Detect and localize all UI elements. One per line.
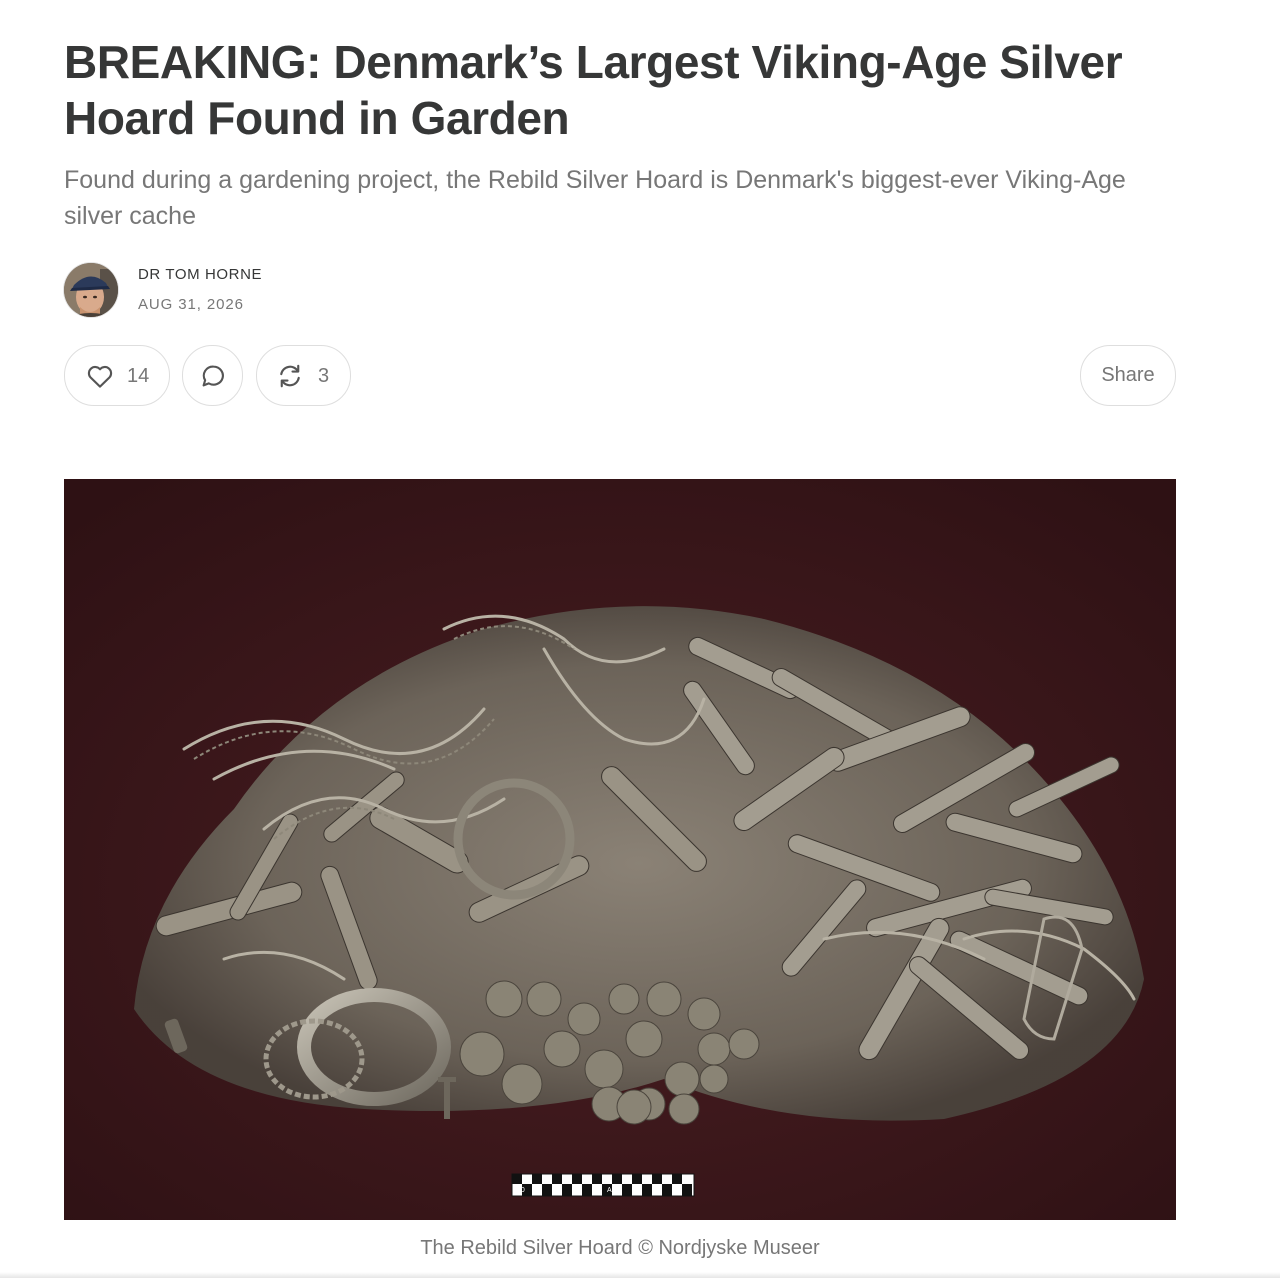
restack-arrows-icon (275, 361, 305, 391)
hoard-photo-figure: 10 cm A (64, 479, 1176, 1220)
article-title: BREAKING: Denmark’s Largest Viking-Age S… (64, 36, 1123, 144)
scale-bar: 10 cm A (511, 1173, 695, 1197)
byline: DR TOM HORNE AUG 31, 2026 (64, 262, 262, 318)
restack-count: 3 (318, 364, 330, 387)
like-count: 14 (127, 364, 150, 387)
like-button[interactable]: 14 (64, 345, 170, 406)
publish-date: AUG 31, 2026 (138, 296, 244, 313)
scale-label-a: A (607, 1187, 612, 1194)
article-subtitle: Found during a gardening project, the Re… (64, 166, 1126, 230)
author-avatar[interactable] (64, 263, 118, 317)
hoard-photo[interactable]: 10 cm A (64, 479, 1176, 1220)
page-bottom-fade (0, 1272, 1280, 1278)
comment-bubble-icon (198, 361, 228, 391)
scale-label-cm: cm (553, 1187, 563, 1194)
photo-caption: The Rebild Silver Hoard © Nordjyske Muse… (420, 1237, 820, 1259)
share-button[interactable]: Share (1080, 345, 1176, 406)
restack-button[interactable]: 3 (256, 345, 351, 406)
scale-label-10: 10 (517, 1187, 525, 1194)
share-label: Share (1101, 364, 1155, 386)
avatar-photo (64, 263, 118, 317)
post-actions: 14 3 Share (64, 345, 1176, 406)
byline-meta: DR TOM HORNE AUG 31, 2026 (138, 265, 262, 315)
author-name[interactable]: DR TOM HORNE (138, 265, 262, 285)
comment-button[interactable] (182, 345, 243, 406)
heart-icon (85, 361, 115, 391)
